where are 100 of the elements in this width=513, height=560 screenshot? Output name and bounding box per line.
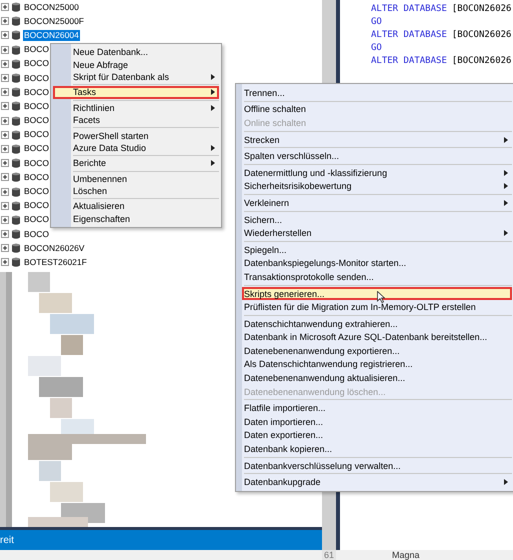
expand-icon[interactable]: [1, 202, 9, 210]
database-icon: [12, 214, 20, 225]
submenu-arrow-icon: [211, 160, 215, 166]
expand-icon[interactable]: [1, 31, 9, 40]
expand-icon[interactable]: [1, 244, 9, 252]
menu-item[interactable]: Neue Datenbank...: [53, 46, 219, 58]
expand-icon[interactable]: [1, 116, 9, 125]
menu-item[interactable]: Datenbankverschlüsselung verwalten...: [242, 458, 512, 472]
menu-item[interactable]: Löschen: [53, 184, 219, 198]
menu-item[interactable]: Skripts generieren...: [242, 286, 512, 300]
menu-item[interactable]: Sicherheitsrisikobewertung: [242, 180, 512, 194]
database-node[interactable]: BOCO: [23, 129, 50, 140]
database-node[interactable]: BOCO: [23, 115, 50, 126]
database-icon: [12, 200, 20, 211]
database-node[interactable]: BOCON25000: [23, 2, 80, 13]
menu-item[interactable]: Datenbankupgrade: [242, 475, 512, 490]
menu-item[interactable]: Skript für Datenbank als: [53, 70, 219, 84]
submenu-arrow-icon: [504, 479, 508, 486]
menu-item[interactable]: Als Datenschichtanwendung registrieren...: [242, 358, 512, 372]
database-node[interactable]: BOCO: [23, 214, 50, 226]
menu-item[interactable]: Datenebenenanwendung exportieren...: [242, 344, 512, 358]
code-keyword: ALTER DATABASE: [371, 55, 447, 68]
database-node[interactable]: BOCO: [23, 44, 50, 56]
code-keyword: GO: [371, 16, 382, 29]
menu-item[interactable]: Wiederherstellen: [242, 226, 512, 240]
database-node[interactable]: BOCO: [23, 72, 50, 84]
submenu-arrow-icon: [211, 104, 215, 111]
expand-icon[interactable]: [1, 216, 9, 224]
menu-item[interactable]: Aktualisieren: [53, 200, 219, 213]
database-node[interactable]: BOCO: [23, 200, 50, 212]
menu-item[interactable]: Eigenschaften: [53, 212, 219, 226]
menu-item[interactable]: Transaktionsprotokolle senden...: [242, 270, 512, 284]
menu-item[interactable]: Richtlinien: [53, 102, 219, 114]
menu-item[interactable]: Facets: [53, 114, 219, 126]
expand-icon[interactable]: [1, 130, 9, 139]
expand-icon[interactable]: [1, 74, 9, 82]
expand-icon[interactable]: [1, 60, 9, 68]
submenu-arrow-icon: [504, 183, 508, 190]
expand-icon[interactable]: [1, 3, 9, 12]
expand-icon[interactable]: [1, 258, 9, 266]
menu-item[interactable]: Datenermittlung und -klassifizierung: [242, 166, 512, 180]
table-cell: Magna: [392, 550, 420, 560]
menu-item[interactable]: Datenebenenanwendung aktualisieren...: [242, 371, 512, 385]
code-keyword: GO: [371, 42, 382, 55]
expand-icon[interactable]: [1, 46, 9, 54]
menu-item[interactable]: Tasks: [53, 86, 219, 99]
database-node[interactable]: BOCON26026V: [23, 242, 86, 254]
menu-item[interactable]: Neue Abfrage: [53, 58, 219, 71]
expand-icon[interactable]: [1, 230, 9, 238]
database-node[interactable]: BOCON25000F: [23, 16, 85, 27]
menu-item[interactable]: Sichern...: [242, 212, 512, 226]
database-node[interactable]: BOCO: [23, 86, 50, 98]
menu-item[interactable]: Verkleinern: [242, 196, 512, 210]
database-node[interactable]: BOCO: [23, 58, 50, 70]
code-text: [BOCON26026: [452, 3, 512, 16]
database-icon: [12, 87, 20, 98]
menu-item[interactable]: Daten importieren...: [242, 415, 512, 429]
menu-item[interactable]: Datenschichtanwendung extrahieren...: [242, 316, 512, 330]
database-icon: [12, 158, 20, 168]
expand-icon[interactable]: [1, 159, 9, 168]
submenu-arrow-icon: [504, 200, 508, 206]
expand-icon[interactable]: [1, 173, 9, 182]
database-icon: [12, 229, 20, 240]
database-icon: [12, 2, 20, 12]
menu-item[interactable]: Trennen...: [242, 86, 512, 100]
menu-item[interactable]: Prüflisten für die Migration zum In-Memory-OLTP erstellen: [242, 300, 512, 314]
database-icon: [12, 243, 20, 254]
expand-icon[interactable]: [1, 102, 9, 110]
menu-item[interactable]: Flatfile importieren...: [242, 401, 512, 416]
menu-item[interactable]: Spalten verschlüsseln...: [242, 149, 512, 163]
expand-icon[interactable]: [1, 88, 9, 96]
database-node[interactable]: BOCO: [23, 100, 50, 112]
menu-item[interactable]: Azure Data Studio: [53, 142, 219, 154]
database-node[interactable]: BOCO: [23, 228, 50, 240]
expand-icon[interactable]: [1, 188, 9, 196]
database-icon: [12, 130, 20, 140]
database-node[interactable]: BOCO: [23, 172, 50, 183]
status-text: reit: [0, 534, 14, 546]
expand-icon[interactable]: [1, 144, 9, 153]
submenu-arrow-icon: [504, 170, 508, 176]
menu-item[interactable]: Umbenennen: [53, 172, 219, 185]
database-node[interactable]: BOCO: [23, 158, 50, 169]
database-node[interactable]: BOCO: [23, 186, 50, 198]
menu-item[interactable]: Berichte: [53, 157, 219, 170]
database-node[interactable]: BOCON26004: [23, 30, 80, 41]
menu-item[interactable]: Datenbank kopieren...: [242, 442, 512, 456]
menu-item[interactable]: Daten exportieren...: [242, 428, 512, 442]
menu-item[interactable]: Offline schalten: [242, 102, 512, 116]
menu-item[interactable]: Datenbank in Microsoft Azure SQL-Datenbank bereitstellen...: [242, 330, 512, 344]
menu-item[interactable]: Strecken: [242, 132, 512, 146]
expand-icon[interactable]: [1, 17, 9, 26]
database-icon: [12, 73, 20, 84]
database-node[interactable]: BOTEST26021F: [23, 256, 88, 268]
menu-item[interactable]: Datenbankspiegelungs-Monitor starten...: [242, 256, 512, 270]
database-icon: [12, 16, 20, 26]
menu-item[interactable]: Spiegeln...: [242, 242, 512, 257]
database-node[interactable]: BOCO: [23, 143, 50, 154]
database-icon: [12, 144, 20, 154]
submenu-arrow-icon: [504, 136, 508, 143]
menu-item[interactable]: PowerShell starten: [53, 129, 219, 142]
